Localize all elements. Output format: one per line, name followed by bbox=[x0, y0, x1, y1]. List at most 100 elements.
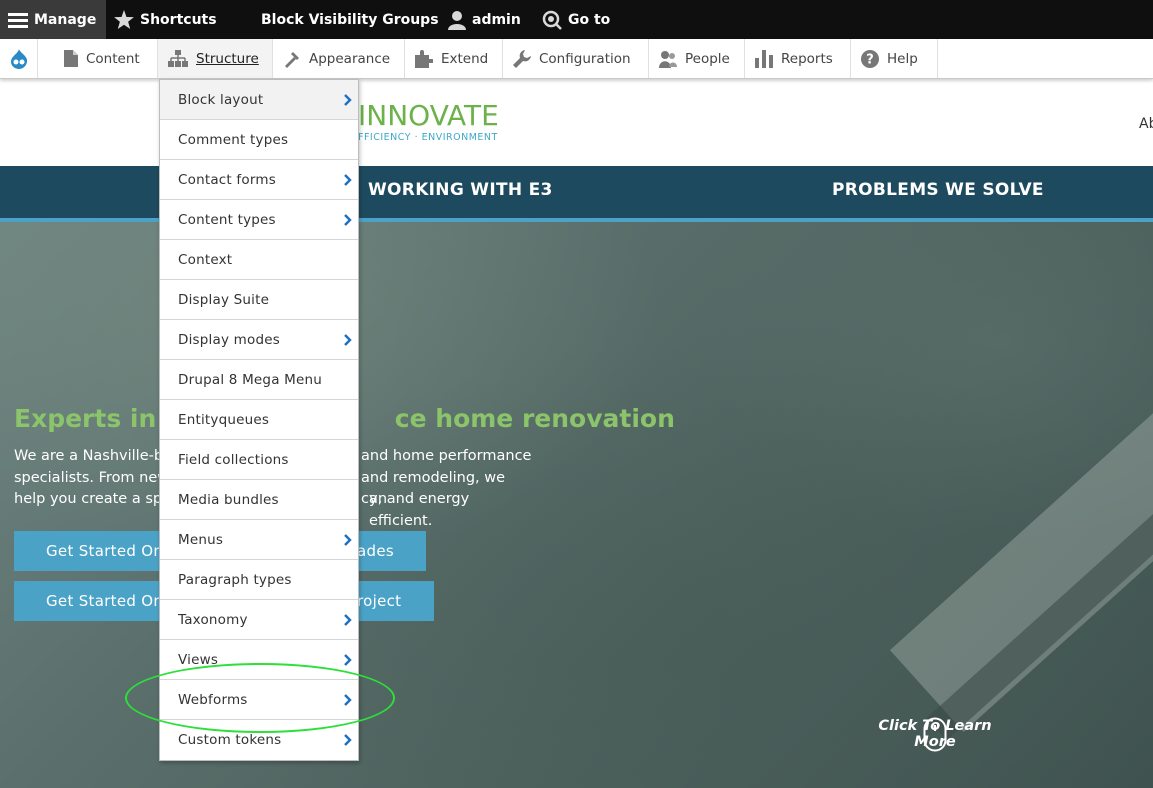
goto-button[interactable]: Go to bbox=[542, 0, 610, 39]
menu-item-label: Contact forms bbox=[178, 171, 276, 188]
menu-item-custom-tokens[interactable]: Custom tokens bbox=[160, 720, 358, 760]
menu-item-label: Field collections bbox=[178, 451, 289, 468]
chevron-right-icon[interactable] bbox=[343, 654, 353, 666]
menu-item-label: Context bbox=[178, 251, 233, 268]
menu-item-field-collections[interactable]: Field collections bbox=[160, 440, 358, 480]
structure-dropdown-menu: Block layout Comment types Contact forms Co… bbox=[159, 79, 359, 761]
user-icon bbox=[448, 10, 466, 30]
menu-item-menus[interactable]: Menus bbox=[160, 520, 358, 560]
goto-label: Go to bbox=[568, 11, 611, 28]
tab-appearance[interactable]: Appearance bbox=[273, 39, 405, 78]
tab-configuration[interactable]: Configuration bbox=[503, 39, 649, 78]
menu-item-paragraph-types[interactable]: Paragraph types bbox=[160, 560, 358, 600]
btn2-left-label: Get Started On bbox=[46, 592, 164, 610]
menu-item-views[interactable]: Views bbox=[160, 640, 358, 680]
manage-button[interactable]: Manage bbox=[0, 0, 106, 39]
tab-content[interactable]: Content bbox=[54, 39, 158, 78]
svg-text:?: ? bbox=[866, 52, 874, 67]
menu-item-label: Webforms bbox=[178, 691, 248, 708]
people-icon bbox=[659, 50, 677, 68]
nav-problems-we-solve[interactable]: PROBLEMS WE SOLVE bbox=[832, 180, 1044, 200]
brand-main: INNOVATE bbox=[358, 99, 499, 132]
menu-item-contact-forms[interactable]: Contact forms bbox=[160, 160, 358, 200]
btn2-right-label: roject bbox=[357, 592, 402, 610]
tab-help-label: Help bbox=[887, 50, 918, 67]
menu-item-label: Entityqueues bbox=[178, 411, 270, 428]
chevron-right-icon[interactable] bbox=[343, 534, 353, 546]
menu-item-comment-types[interactable]: Comment types bbox=[160, 120, 358, 160]
extend-icon bbox=[415, 49, 433, 68]
tab-content-label: Content bbox=[86, 50, 140, 67]
menu-item-content-types[interactable]: Content types bbox=[160, 200, 358, 240]
tab-configuration-label: Configuration bbox=[539, 50, 631, 67]
hero-desc-line1-left: We are a Nashville-ba bbox=[14, 448, 172, 464]
hero-title-right: ce home renovation bbox=[394, 404, 675, 433]
shortcuts-label: Shortcuts bbox=[140, 11, 217, 28]
chevron-right-icon[interactable] bbox=[343, 214, 353, 226]
drupal-home-link[interactable] bbox=[0, 39, 38, 78]
tab-extend-label: Extend bbox=[441, 50, 489, 67]
manage-label: Manage bbox=[34, 11, 97, 28]
menu-item-label: Display Suite bbox=[178, 291, 270, 308]
user-button[interactable]: admin bbox=[448, 0, 521, 39]
shortcuts-button[interactable]: Shortcuts bbox=[114, 0, 217, 39]
menu-item-label: Content types bbox=[178, 211, 276, 228]
brand-sub: FFICIENCY · ENVIRONMENT bbox=[358, 132, 498, 143]
goto-icon bbox=[542, 10, 562, 30]
tab-people[interactable]: People bbox=[649, 39, 745, 78]
menu-item-label: Paragraph types bbox=[178, 571, 292, 588]
block-visibility-label: Block Visibility Groups bbox=[261, 11, 439, 28]
click-to-learn-more[interactable]: Click To Learn More bbox=[860, 718, 1010, 750]
btn1-right-label: ades bbox=[357, 542, 394, 560]
hamburger-icon bbox=[8, 12, 28, 28]
chevron-right-icon[interactable] bbox=[343, 734, 353, 746]
block-visibility-groups-link[interactable]: Block Visibility Groups bbox=[261, 0, 439, 39]
menu-item-label: Display modes bbox=[178, 331, 280, 348]
chevron-right-icon[interactable] bbox=[343, 694, 353, 706]
menu-item-webforms[interactable]: Webforms bbox=[160, 680, 358, 720]
chevron-right-icon[interactable] bbox=[343, 94, 353, 106]
chevron-right-icon[interactable] bbox=[343, 334, 353, 346]
drupal-icon bbox=[10, 48, 27, 69]
menu-item-label: Views bbox=[178, 651, 219, 668]
configuration-icon bbox=[513, 49, 531, 68]
header-link-partial[interactable]: Ab bbox=[1139, 116, 1153, 132]
menu-item-media-bundles[interactable]: Media bundles bbox=[160, 480, 358, 520]
menu-item-drupal-8-mega-menu[interactable]: Drupal 8 Mega Menu bbox=[160, 360, 358, 400]
nav-working-with-e3[interactable]: WORKING WITH E3 bbox=[368, 180, 553, 200]
menu-item-label: Custom tokens bbox=[178, 732, 282, 748]
content-icon bbox=[64, 50, 78, 67]
menu-item-label: Taxonomy bbox=[178, 611, 248, 628]
hero-desc-line2-left: specialists. From new bbox=[14, 469, 170, 486]
tab-structure-label: Structure bbox=[196, 50, 259, 67]
hero-desc-line1-right: and home performance bbox=[361, 448, 532, 464]
tab-reports[interactable]: Reports bbox=[745, 39, 851, 78]
tab-reports-label: Reports bbox=[781, 50, 833, 67]
menu-item-taxonomy[interactable]: Taxonomy bbox=[160, 600, 358, 640]
hero-desc-line3-right: y, and energy efficient. bbox=[369, 491, 470, 529]
chevron-right-icon[interactable] bbox=[343, 174, 353, 186]
menu-item-label: Menus bbox=[178, 531, 224, 548]
tab-extend[interactable]: Extend bbox=[405, 39, 503, 78]
chevron-right-icon[interactable] bbox=[343, 614, 353, 626]
menu-item-entityqueues[interactable]: Entityqueues bbox=[160, 400, 358, 440]
tab-help[interactable]: ? Help bbox=[851, 39, 938, 78]
menu-item-label: Drupal 8 Mega Menu bbox=[178, 371, 323, 388]
admin-tray: Content Structure Appearance Extend Conf… bbox=[0, 39, 1153, 79]
menu-item-label: Block layout bbox=[178, 91, 264, 108]
site-logo[interactable]: INNOVATE FFICIENCY · ENVIRONMENT bbox=[358, 99, 499, 144]
btn1-left-label: Get Started On bbox=[46, 542, 164, 560]
admin-toolbar: Manage Shortcuts Block Visibility Groups… bbox=[0, 0, 1153, 39]
tab-people-label: People bbox=[685, 50, 730, 67]
tab-structure[interactable]: Structure bbox=[158, 39, 273, 78]
hero-desc-line3-left: help you create a spac bbox=[14, 491, 179, 507]
menu-item-display-modes[interactable]: Display modes bbox=[160, 320, 358, 360]
menu-item-context[interactable]: Context bbox=[160, 240, 358, 280]
menu-item-block-layout[interactable]: Block layout bbox=[160, 80, 358, 120]
reports-icon bbox=[755, 49, 773, 68]
help-icon: ? bbox=[861, 49, 879, 68]
star-icon bbox=[114, 10, 134, 29]
menu-item-label: Comment types bbox=[178, 131, 289, 148]
menu-item-label: Media bundles bbox=[178, 491, 279, 508]
menu-item-display-suite[interactable]: Display Suite bbox=[160, 280, 358, 320]
